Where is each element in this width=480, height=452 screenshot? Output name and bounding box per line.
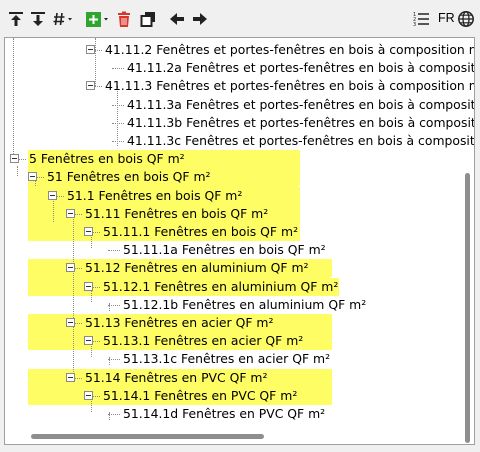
- collapse-toggle-icon[interactable]: [28, 172, 37, 182]
- collapse-toggle-icon[interactable]: [84, 336, 93, 346]
- collapse-toggle-icon[interactable]: [66, 208, 75, 218]
- globe-icon: [458, 11, 474, 27]
- tree-item-label: 51.12 Fenêtres en aluminium QF m²: [84, 259, 332, 278]
- tree-item-label: 41.11.3 Fenêtres et portes-fenêtres en b…: [105, 78, 475, 94]
- collapse-toggle-icon[interactable]: [84, 281, 93, 291]
- collapse-toggle-icon[interactable]: [48, 190, 57, 200]
- tree-item-label: 51 Fenêtres en bois QF m²: [46, 168, 300, 187]
- tree-connector-line: [112, 122, 124, 124]
- tree-item[interactable]: 51.14.1 Fenêtres en PVC QF m²: [5, 386, 474, 405]
- collapse-toggle-icon[interactable]: [86, 45, 95, 54]
- tree-item-label: 41.11.3b Fenêtres et portes-fenêtres en …: [127, 114, 475, 130]
- tree-item[interactable]: 51.12.1b Fenêtres en aluminium QF m²: [5, 296, 474, 314]
- tree-item-label: 51.12.1b Fenêtres en aluminium QF m²: [123, 296, 367, 312]
- tree-item-label: 51.13 Fenêtres en acier QF m²: [84, 314, 332, 332]
- copy-button[interactable]: [138, 9, 158, 29]
- tree-connector-line: [112, 104, 124, 106]
- hash-icon: [53, 12, 72, 26]
- tree-item-label: 51.13.1c Fenêtres en acier QF m²: [123, 351, 331, 367]
- collapse-toggle-icon[interactable]: [66, 372, 75, 382]
- tree-item[interactable]: 51.14.1d Fenêtres en PVC QF m²: [5, 405, 474, 423]
- delete-button[interactable]: [114, 9, 134, 29]
- tree-item-label: 51.1 Fenêtres en bois QF m²: [66, 186, 300, 205]
- expand-up-button[interactable]: [6, 9, 26, 29]
- list-numbering-button[interactable]: 1 2 3: [411, 9, 431, 29]
- tree-item-label: 41.11.3c Fenêtres et portes-fenêtres en …: [127, 133, 475, 148]
- tree-item[interactable]: 41.11.3c Fenêtres et portes-fenêtres en …: [5, 132, 474, 150]
- tree-item[interactable]: 51.12 Fenêtres en aluminium QF m²: [5, 259, 474, 278]
- collapse-toggle-icon[interactable]: [86, 81, 95, 91]
- add-button[interactable]: [84, 9, 112, 29]
- tree-connector-line: [108, 414, 120, 415]
- collapse-toggle-icon[interactable]: [84, 390, 93, 400]
- tree-item-label: 51.14 Fenêtres en PVC QF m²: [84, 368, 332, 387]
- collapse-up-icon: [9, 12, 23, 26]
- horizontal-scrollbar[interactable]: [31, 434, 264, 439]
- tree-item-label: 51.12.1 Fenêtres en aluminium QF m²: [102, 277, 340, 296]
- vertical-scrollbar[interactable]: [465, 173, 470, 443]
- tree-item[interactable]: 41.11.3a Fenêtres et portes-fenêtres en …: [5, 96, 474, 114]
- tree-item[interactable]: 5 Fenêtres en bois QF m²: [5, 150, 474, 169]
- tree-item[interactable]: 51.1 Fenêtres en bois QF m²: [5, 186, 474, 205]
- app-window: 1 2 3 FR 41.11.2 Fenêtres et portes-fenê…: [0, 0, 480, 452]
- tree-item[interactable]: 51.13.1c Fenêtres en acier QF m²: [5, 350, 474, 368]
- arrow-left-icon: [170, 13, 184, 25]
- toolbar: 1 2 3 FR: [0, 0, 480, 36]
- svg-text:3: 3: [413, 22, 416, 28]
- tree-item-label: 5 Fenêtres en bois QF m²: [28, 150, 300, 169]
- tree-item[interactable]: 51.11.1 Fenêtres en bois QF m²: [5, 223, 474, 241]
- tree-connector-line: [108, 359, 120, 361]
- tree-item-label: 51.11 Fenêtres en bois QF m²: [84, 204, 300, 223]
- tree-connector-line: [112, 68, 124, 70]
- tree-item[interactable]: 51.14 Fenêtres en PVC QF m²: [5, 368, 474, 387]
- tree-item-label: 51.11.1 Fenêtres en bois QF m²: [102, 223, 300, 241]
- tree-item-label: 51.13.1 Fenêtres en acier QF m²: [102, 332, 332, 351]
- expand-down-button[interactable]: [28, 9, 48, 29]
- collapse-toggle-icon[interactable]: [66, 318, 75, 327]
- nav-right-button[interactable]: [190, 9, 210, 29]
- tree-item-label: 51.11.1a Fenêtres en bois QF m²: [123, 242, 326, 258]
- tree-item-label: 51.14.1 Fenêtres en PVC QF m²: [102, 386, 332, 405]
- collapse-toggle-icon[interactable]: [10, 154, 19, 164]
- expand-down-icon: [31, 12, 45, 26]
- tree-item-label: 51.14.1d Fenêtres en PVC QF m²: [123, 406, 326, 421]
- numbering-button[interactable]: [51, 9, 77, 29]
- tree-item[interactable]: 51.11.1a Fenêtres en bois QF m²: [5, 241, 474, 259]
- tree-connector-line: [112, 141, 124, 142]
- language-button[interactable]: [456, 9, 476, 29]
- tree-item[interactable]: 51.13.1 Fenêtres en acier QF m²: [5, 332, 474, 351]
- tree-item[interactable]: 51 Fenêtres en bois QF m²: [5, 168, 474, 187]
- tree-connector-line: [108, 250, 120, 252]
- tree-item-label: 41.11.2a Fenêtres et portes-fenêtres en …: [127, 60, 475, 76]
- nav-left-button[interactable]: [167, 9, 187, 29]
- language-label: FR: [438, 11, 455, 25]
- tree-item[interactable]: 51.13 Fenêtres en acier QF m²: [5, 314, 474, 332]
- arrow-right-icon: [193, 13, 207, 25]
- collapse-toggle-icon[interactable]: [66, 263, 75, 273]
- collapse-toggle-icon[interactable]: [84, 227, 93, 236]
- tree-item[interactable]: 51.12.1 Fenêtres en aluminium QF m²: [5, 277, 474, 296]
- tree-item[interactable]: 41.11.3b Fenêtres et portes-fenêtres en …: [5, 114, 474, 132]
- trash-icon: [118, 11, 130, 27]
- numbered-list-icon: 1 2 3: [413, 12, 429, 28]
- tree-item-label: 41.11.3a Fenêtres et portes-fenêtres en …: [127, 96, 475, 112]
- tree-connector-line: [108, 304, 120, 306]
- add-green-icon: [86, 12, 108, 27]
- copy-icon: [140, 12, 155, 27]
- tree-item[interactable]: 51.11 Fenêtres en bois QF m²: [5, 204, 474, 223]
- tree-item-label: 41.11.2 Fenêtres et portes-fenêtres en b…: [105, 42, 475, 57]
- tree-item[interactable]: 41.11.2 Fenêtres et portes-fenêtres en b…: [5, 41, 474, 59]
- tree-item[interactable]: 41.11.3 Fenêtres et portes-fenêtres en b…: [5, 77, 474, 95]
- tree-item[interactable]: 41.11.2a Fenêtres et portes-fenêtres en …: [5, 59, 474, 77]
- tree-view[interactable]: 41.11.2 Fenêtres et portes-fenêtres en b…: [4, 37, 475, 445]
